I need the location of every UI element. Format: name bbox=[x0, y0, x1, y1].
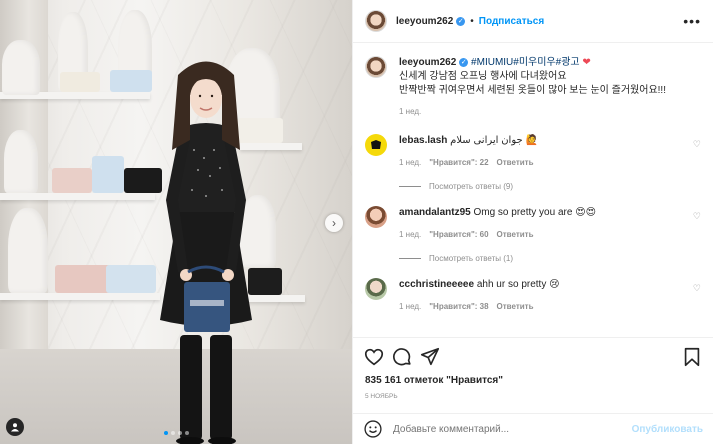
view-replies-label: Посмотреть ответы (1) bbox=[429, 254, 514, 263]
heart-outline-icon: ♡ bbox=[692, 283, 701, 293]
view-replies-button[interactable]: Посмотреть ответы (1) bbox=[399, 254, 701, 263]
comment-like-button[interactable]: ♡ bbox=[693, 283, 701, 294]
avatar[interactable] bbox=[365, 134, 387, 156]
separator-dot: • bbox=[470, 15, 474, 27]
avatar[interactable] bbox=[365, 206, 387, 228]
more-options-button[interactable]: ••• bbox=[683, 13, 701, 29]
add-comment-bar: Опубликовать bbox=[353, 413, 713, 444]
bookmark-icon[interactable] bbox=[681, 346, 703, 368]
reply-button[interactable]: Ответить bbox=[497, 300, 534, 314]
reply-button[interactable]: Ответить bbox=[497, 228, 534, 242]
comment-like-button[interactable]: ♡ bbox=[693, 139, 701, 150]
comment-input[interactable] bbox=[391, 422, 632, 436]
comment-username[interactable]: amandalantz95 bbox=[399, 207, 471, 218]
caption-username[interactable]: leeyoum262 bbox=[399, 57, 456, 68]
comment-text: Omg so pretty you are 😍😍 bbox=[473, 207, 597, 218]
replies-line bbox=[399, 186, 421, 187]
post-date[interactable]: 5 НОЯБРЬ bbox=[353, 389, 713, 413]
comment-username[interactable]: ccchristineeeee bbox=[399, 279, 474, 290]
verified-badge-icon: ✓ bbox=[456, 16, 466, 26]
avatar[interactable] bbox=[365, 10, 387, 32]
post-photo[interactable]: › bbox=[0, 0, 352, 444]
comment-likes[interactable]: "Нравится": 60 bbox=[429, 228, 488, 242]
replies-line bbox=[399, 258, 421, 259]
likes-number: 835 161 bbox=[365, 375, 402, 386]
heart-emoji: ❤ bbox=[582, 57, 591, 68]
comment-time[interactable]: 1 нед. bbox=[399, 156, 421, 170]
caption-time[interactable]: 1 нед. bbox=[399, 105, 666, 119]
heart-icon[interactable] bbox=[363, 346, 385, 368]
more-horizontal-icon: ••• bbox=[683, 13, 701, 29]
comment-text: جوان ایرانی سلام 🙋 bbox=[450, 135, 538, 146]
action-bar bbox=[353, 337, 713, 375]
comment-text: ahh ur so pretty 😢 bbox=[476, 279, 560, 290]
comment-username[interactable]: lebas.lash bbox=[399, 135, 447, 146]
post-caption: leeyoum262 ✓ #MIUMIU#미우미우#광고 ❤ 신세계 강남점 오프… bbox=[365, 43, 701, 119]
carousel-next-button[interactable]: › bbox=[325, 214, 343, 232]
view-replies-button[interactable]: Посмотреть ответы (9) bbox=[399, 182, 701, 191]
comment-like-button[interactable]: ♡ bbox=[693, 211, 701, 222]
share-icon[interactable] bbox=[419, 346, 441, 368]
heart-outline-icon: ♡ bbox=[692, 211, 701, 221]
comments-list[interactable]: leeyoum262 ✓ #MIUMIU#미우미우#광고 ❤ 신세계 강남점 오프… bbox=[353, 43, 713, 337]
username-link[interactable]: leeyoum262 bbox=[396, 16, 453, 27]
comment-item: lebas.lash جوان ایرانی سلام 🙋 1 нед. "Нр… bbox=[365, 134, 701, 170]
comment-time[interactable]: 1 нед. bbox=[399, 300, 421, 314]
carousel-dot bbox=[163, 431, 168, 435]
reply-button[interactable]: Ответить bbox=[497, 156, 534, 170]
comment-likes[interactable]: "Нравится": 22 bbox=[429, 156, 488, 170]
chevron-right-icon: › bbox=[332, 216, 336, 230]
avatar[interactable] bbox=[365, 278, 387, 300]
carousel-dot bbox=[184, 431, 189, 435]
likes-label: отметок "Нравится" bbox=[403, 375, 504, 386]
instagram-post: › leeyoum262 ✓ • Подписаться ••• leeyoum… bbox=[0, 0, 713, 444]
caption-line-1: 신세계 강남점 오프닝 행사에 다녀왔어요 bbox=[399, 71, 567, 82]
heart-outline-icon: ♡ bbox=[692, 139, 701, 149]
comment-item: ccchristineeeee ahh ur so pretty 😢 1 нед… bbox=[365, 278, 701, 314]
carousel-dot bbox=[170, 431, 175, 435]
model-person bbox=[160, 61, 252, 444]
lebas-logo-icon bbox=[371, 140, 381, 149]
caption-hashtags[interactable]: #MIUMIU#미우미우#광고 bbox=[471, 57, 580, 68]
comment-item: amandalantz95 Omg so pretty you are 😍😍 1… bbox=[365, 206, 701, 242]
post-header: leeyoum262 ✓ • Подписаться ••• bbox=[353, 0, 713, 43]
follow-button[interactable]: Подписаться bbox=[479, 16, 544, 27]
comment-likes[interactable]: "Нравится": 38 bbox=[429, 300, 488, 314]
post-sidebar: leeyoum262 ✓ • Подписаться ••• leeyoum26… bbox=[352, 0, 713, 444]
carousel-indicator bbox=[0, 431, 352, 435]
carousel-dot bbox=[177, 431, 182, 435]
comment-icon[interactable] bbox=[391, 346, 413, 368]
likes-count[interactable]: 835 161 отметок "Нравится" bbox=[353, 375, 713, 389]
publish-button[interactable]: Опубликовать bbox=[632, 424, 703, 435]
comment-time[interactable]: 1 нед. bbox=[399, 228, 421, 242]
caption-line-2: 반짝반짝 귀여우면서 세련된 옷들이 많아 보는 눈이 즐거웠어요!!! bbox=[399, 85, 666, 96]
view-replies-label: Посмотреть ответы (9) bbox=[429, 182, 514, 191]
smiley-icon[interactable] bbox=[363, 419, 383, 439]
verified-badge-icon: ✓ bbox=[459, 57, 469, 67]
avatar[interactable] bbox=[365, 56, 387, 78]
